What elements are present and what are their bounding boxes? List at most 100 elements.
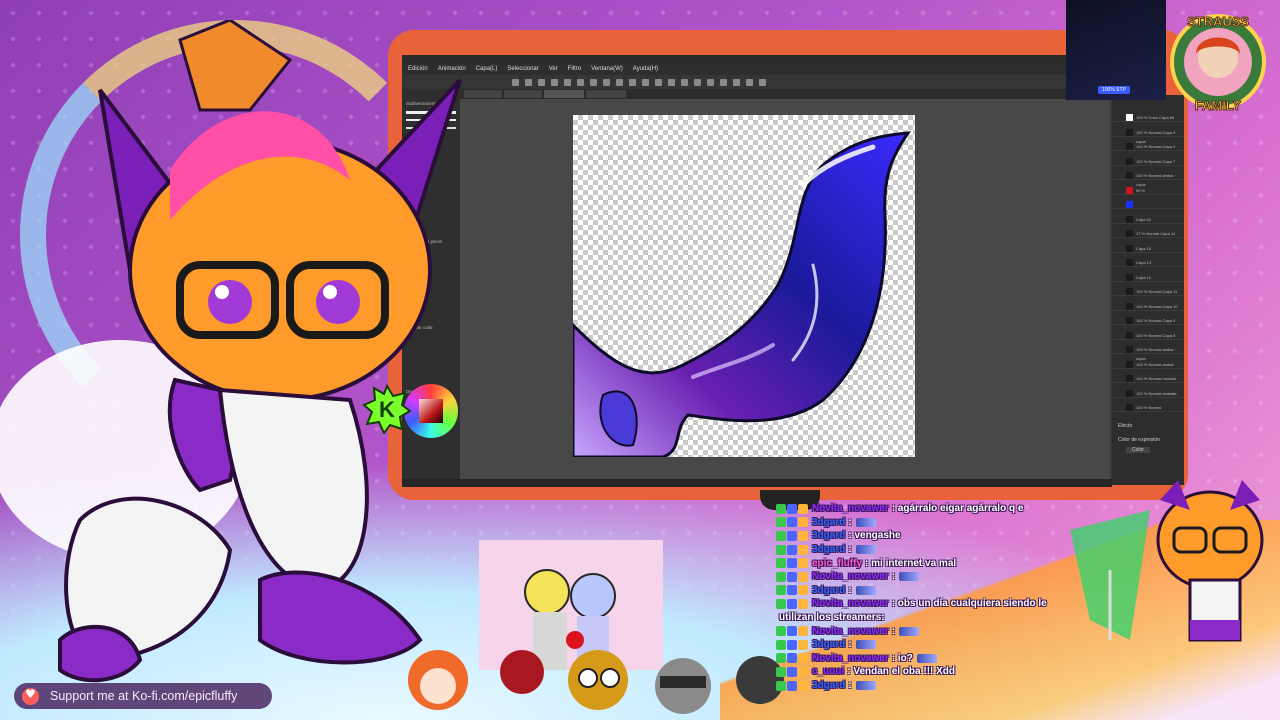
layer-row[interactable] [1112, 200, 1184, 209]
layer-label: 100 % Normal Capa 11 [1136, 289, 1178, 294]
select-all-icon[interactable] [577, 78, 584, 86]
chat-badge-icon [787, 503, 797, 514]
layer-row[interactable]: Capa 13 [1112, 258, 1184, 267]
chat-emote-icon [916, 653, 937, 663]
canvas-area[interactable] [460, 99, 1110, 487]
layer-row[interactable]: 100 % Normal ambar [1112, 360, 1184, 369]
grid-icon[interactable] [655, 78, 662, 86]
crop-icon[interactable] [616, 78, 623, 86]
menu-item-view[interactable]: Ver [549, 63, 558, 75]
layer-row[interactable]: 100 % Normal [1112, 403, 1184, 412]
chat-badge-icon [798, 626, 808, 637]
deselect-icon[interactable] [590, 78, 597, 86]
layer-row[interactable]: 100 % Normal anatalia [1112, 389, 1184, 398]
layer-thumbnail [1126, 346, 1133, 353]
chat-text: : [848, 584, 852, 596]
layer-row[interactable]: 50 % [1112, 186, 1184, 195]
chat-badge-icon [787, 517, 797, 528]
kofi-banner[interactable]: Support me at Ko-fi.com/epicfluffy [14, 683, 272, 709]
menu-item-window[interactable]: Ventana(W) [591, 63, 623, 75]
layer-row[interactable]: 100 % Normal Capa 11 [1112, 287, 1184, 296]
chat-badge-icon [776, 680, 786, 691]
layer-row[interactable]: 100 % Normal Capa 8 [1112, 331, 1184, 340]
webcam-overlay [1066, 0, 1166, 100]
mascot-cat [1070, 480, 1264, 642]
menu-item-layer[interactable]: Capa(L) [476, 63, 498, 75]
layer-thumbnail [1126, 273, 1133, 281]
ruler-icon[interactable] [642, 78, 649, 86]
chat-emote-icon [899, 572, 920, 582]
chat-username[interactable]: 3dgard [812, 639, 845, 650]
snap-icon[interactable] [629, 78, 636, 86]
layer-row[interactable]: 100 % Normal ambar · copia [1112, 171, 1184, 187]
hand-icon[interactable] [707, 78, 714, 86]
chat-badge-icon [798, 571, 808, 582]
chat-message: Novita_novawer: io? [776, 652, 1156, 666]
fill-icon[interactable] [551, 78, 558, 86]
zoom-icon[interactable] [694, 78, 701, 86]
chat-text: utilizan los streamers: [779, 612, 885, 624]
chat-badge-icon [798, 598, 808, 609]
drawing-app-window[interactable]: Edición Animación Capa(L) Seleccionar Ve… [402, 55, 1112, 487]
chat-badge-icon [787, 585, 797, 596]
chat-username[interactable]: c_uoui [812, 666, 844, 677]
chat-username[interactable]: 3dgard [812, 680, 845, 691]
layer-row[interactable]: 17 % Normal Capa 14 [1112, 229, 1184, 238]
rotate-icon[interactable] [681, 78, 688, 86]
chat-username[interactable]: Novita_novawer [812, 503, 889, 514]
layer-row[interactable]: 100 % Normal Capa 9 [1112, 316, 1184, 325]
chat-badge-icon [798, 666, 808, 677]
layer-row[interactable]: Capa 61 [1112, 215, 1184, 224]
layer-row[interactable]: 100 % Normal Capa 5 · copia [1112, 128, 1184, 144]
chat-badge-icon [787, 558, 797, 569]
layer-thumbnail [1126, 404, 1133, 411]
layers-panel[interactable]: 100 % Color Capa 60 100 % Normal Capa 5 ·… [1112, 95, 1184, 485]
expression-color-select[interactable]: Color [1126, 447, 1150, 453]
layer-thumbnail [1126, 244, 1133, 252]
drawing-canvas[interactable] [573, 115, 915, 457]
chat-badges [776, 558, 808, 569]
transform-icon[interactable] [564, 78, 571, 86]
layer-row[interactable]: Capa 15 [1112, 244, 1184, 253]
undo-icon[interactable] [512, 78, 519, 86]
chat-badge-icon [798, 639, 808, 650]
brush-icon[interactable] [733, 78, 740, 86]
invert-selection-icon[interactable] [603, 78, 610, 86]
layer-row[interactable]: 100 % Normal Capa 7 [1112, 157, 1184, 166]
strauss-family-logo: STRAUSS FAMILY [1170, 14, 1266, 114]
layer-thumbnail [1126, 375, 1133, 382]
chat-username[interactable]: Novita_novawer [812, 598, 889, 609]
menu-item-help[interactable]: Ayuda(H) [633, 63, 658, 75]
layer-row[interactable]: 100 % Normal Capa 2 [1112, 142, 1184, 151]
chat-username[interactable]: 3dgard [812, 544, 845, 555]
chat-username[interactable]: 3dgard [812, 530, 845, 541]
chat-username[interactable]: Novita_novawer [812, 653, 889, 664]
layer-row[interactable]: 100 % Normal morado [1112, 374, 1184, 383]
layer-row[interactable]: 100 % Normal Capa 10 [1112, 302, 1184, 311]
eraser-icon[interactable] [746, 78, 753, 86]
layer-thumbnail [1126, 317, 1133, 324]
tab-4[interactable] [586, 90, 626, 98]
redo-icon[interactable] [525, 78, 532, 86]
flip-icon[interactable] [668, 78, 675, 86]
pen-icon[interactable] [720, 78, 727, 86]
chat-emote-icon [855, 640, 876, 650]
chat-badge-icon [776, 571, 786, 582]
layer-row[interactable]: Capa 12 [1112, 273, 1184, 282]
chat-username[interactable]: Novita_novawer [812, 571, 889, 582]
chat-username[interactable]: 3dgard [812, 585, 845, 596]
tab-2[interactable] [504, 90, 542, 98]
emote-characters [408, 650, 784, 714]
chat-username[interactable]: epic_fluffy [812, 558, 862, 569]
menu-item-filter[interactable]: Filtro [568, 63, 581, 75]
chat-text: : vengashe [848, 530, 901, 542]
menu-item-select[interactable]: Seleccionar [507, 63, 538, 75]
chat-username[interactable]: Novita_novawer [812, 626, 889, 637]
chat-text: : [848, 516, 852, 528]
eyedropper-icon[interactable] [759, 78, 766, 86]
tab-3[interactable] [544, 90, 584, 98]
chat-badge-icon [776, 585, 786, 596]
chat-username[interactable]: 3dgard [812, 517, 845, 528]
clear-icon[interactable] [538, 78, 545, 86]
layer-row[interactable]: 100 % Normal ambar · copia [1112, 345, 1184, 361]
